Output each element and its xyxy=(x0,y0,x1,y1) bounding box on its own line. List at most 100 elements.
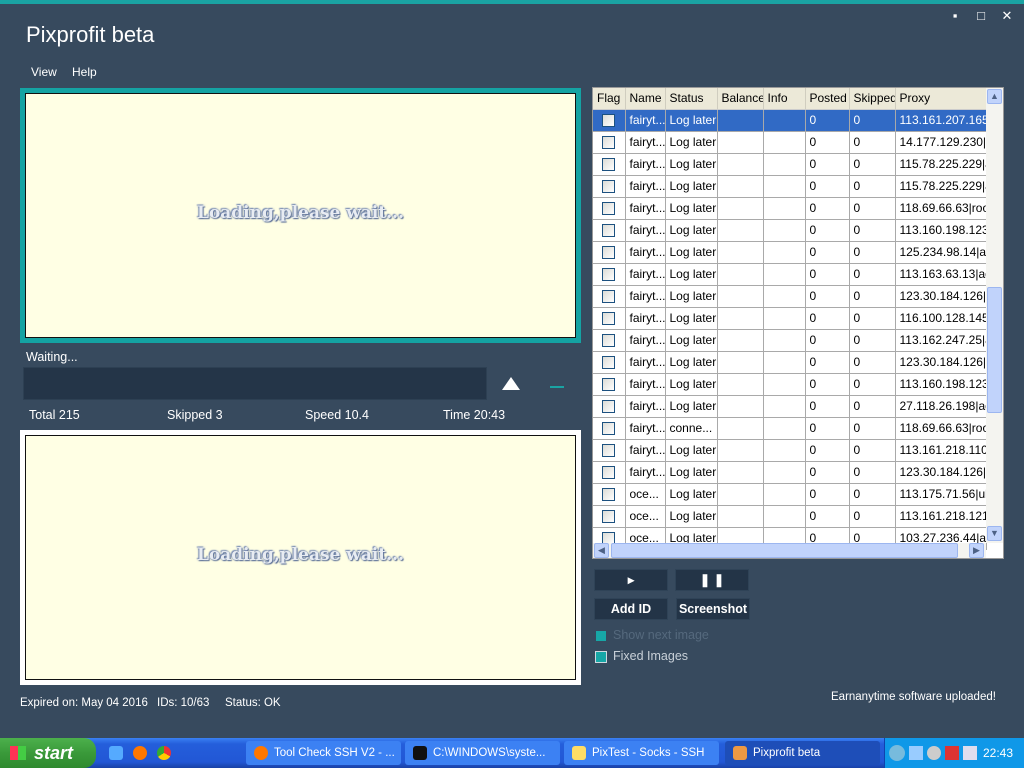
flag-checkbox[interactable] xyxy=(593,417,626,440)
task-pixtest[interactable]: PixTest - Socks - SSH xyxy=(564,741,719,765)
table-row[interactable]: oce... Log later 0 0 113.175.71.56|ub. xyxy=(593,483,987,506)
flag-checkbox[interactable] xyxy=(593,131,626,154)
flag-checkbox[interactable] xyxy=(593,505,626,528)
column-header-posted[interactable]: Posted xyxy=(805,88,850,110)
screenshot-button[interactable]: Screenshot xyxy=(676,598,750,620)
tray-app-icon[interactable] xyxy=(927,746,941,760)
firefox-icon[interactable] xyxy=(133,746,147,760)
menu-help[interactable]: Help xyxy=(72,65,97,79)
scroll-up-icon[interactable]: ▲ xyxy=(987,89,1002,104)
flag-checkbox[interactable] xyxy=(593,241,626,264)
scroll-down-icon[interactable]: ▼ xyxy=(987,526,1002,541)
accounts-grid[interactable]: Flag Name Status Balance Info Posted Skipped Pr… xyxy=(592,87,1004,559)
tray-expand-icon[interactable] xyxy=(889,745,905,761)
checkbox[interactable] xyxy=(602,488,615,502)
table-row[interactable]: fairyt...Log later0014.177.129.230|u. xyxy=(593,131,987,154)
checkbox[interactable] xyxy=(602,114,615,128)
flag-checkbox[interactable] xyxy=(593,373,626,396)
column-header-balance[interactable]: Balance xyxy=(717,88,764,110)
show-next-image-checkbox[interactable]: Show next image xyxy=(595,628,709,642)
column-header-skipped[interactable]: Skipped xyxy=(849,88,896,110)
checkbox[interactable] xyxy=(602,136,615,150)
table-row[interactable]: fairyt... Log later 0 0 113.161.207.165|. xyxy=(593,109,987,132)
flag-checkbox[interactable] xyxy=(593,219,626,242)
table-row[interactable]: fairyt... Log later 0 0 113.163.63.13|ad. xyxy=(593,263,987,286)
table-row[interactable]: fairyt...Log later00123.30.184.126|t.. xyxy=(593,461,987,484)
flag-checkbox[interactable] xyxy=(593,329,626,352)
checkbox[interactable] xyxy=(602,290,615,304)
table-row[interactable]: fairyt... Log later 0 0 113.160.198.123|. xyxy=(593,373,987,396)
upload-icon[interactable] xyxy=(502,377,520,390)
flag-checkbox[interactable] xyxy=(593,483,626,506)
checkbox[interactable] xyxy=(602,356,615,370)
column-header-name[interactable]: Name xyxy=(625,88,666,110)
scroll-right-icon[interactable]: ▶ xyxy=(969,543,984,558)
vertical-scrollbar[interactable]: ▲ ▼ xyxy=(986,88,1003,543)
play-button[interactable]: ▸ xyxy=(594,569,668,591)
flag-checkbox[interactable] xyxy=(593,307,626,330)
task-cmd[interactable]: C:\WINDOWS\syste... xyxy=(405,741,560,765)
checkbox[interactable] xyxy=(602,422,615,436)
tray-e-icon[interactable] xyxy=(963,746,977,760)
column-header-flag[interactable]: Flag xyxy=(593,88,626,110)
checkbox[interactable] xyxy=(602,444,615,458)
table-row[interactable]: fairyt... Log later 0 0 113.162.247.25|a. xyxy=(593,329,987,352)
column-header-info[interactable]: Info xyxy=(763,88,806,110)
table-row[interactable]: fairyt... Log later 0 0 27.118.26.198|ad. xyxy=(593,395,987,418)
maximize-button[interactable]: □ xyxy=(972,8,990,23)
checkbox[interactable] xyxy=(602,466,615,480)
minus-icon[interactable] xyxy=(550,386,564,388)
checkbox[interactable] xyxy=(602,378,615,392)
flag-checkbox[interactable] xyxy=(593,439,626,462)
column-header-status[interactable]: Status xyxy=(665,88,718,110)
checkbox[interactable] xyxy=(602,334,615,348)
checkbox[interactable] xyxy=(602,400,615,414)
fixed-images-checkbox[interactable]: Fixed Images xyxy=(595,649,688,663)
flag-checkbox[interactable] xyxy=(593,285,626,308)
table-row[interactable]: fairyt...conne...00118.69.66.63|root. xyxy=(593,417,987,440)
menu-view[interactable]: View xyxy=(31,65,57,79)
table-row[interactable]: fairyt...Log later00118.69.66.63|root. xyxy=(593,197,987,220)
checkbox[interactable] xyxy=(602,202,615,216)
hscroll-thumb[interactable] xyxy=(611,543,958,558)
task-tool-check-ssh[interactable]: Tool Check SSH V2 - ... xyxy=(246,741,401,765)
checkbox[interactable] xyxy=(602,224,615,238)
table-row[interactable]: fairyt... Log later 0 0 113.161.218.110|. xyxy=(593,439,987,462)
table-row[interactable]: oce... Log later 0 0 113.161.218.121|. xyxy=(593,505,987,528)
scroll-thumb[interactable] xyxy=(987,287,1002,413)
table-row[interactable]: fairyt... Log later 0 0 115.78.225.229|a. xyxy=(593,175,987,198)
horizontal-scrollbar[interactable]: ◀ ▶ xyxy=(593,543,986,558)
signal-icon[interactable] xyxy=(945,746,959,760)
checkbox[interactable] xyxy=(602,312,615,326)
column-header-proxy[interactable]: Proxy xyxy=(895,88,987,110)
table-row[interactable]: fairyt... Log later 0 0 113.160.198.123|. xyxy=(593,219,987,242)
table-row[interactable]: fairyt... Log later 0 0 115.78.225.229|a. xyxy=(593,153,987,176)
close-button[interactable]: ✕ xyxy=(998,8,1016,24)
flag-checkbox[interactable] xyxy=(593,109,626,132)
flag-checkbox[interactable] xyxy=(593,461,626,484)
minimize-button[interactable]: ▪ xyxy=(946,8,964,23)
start-button[interactable]: start xyxy=(0,738,96,768)
table-row[interactable]: fairyt...Log later00123.30.184.126|t.. xyxy=(593,351,987,374)
flag-checkbox[interactable] xyxy=(593,395,626,418)
flag-checkbox[interactable] xyxy=(593,175,626,198)
checkbox[interactable] xyxy=(602,180,615,194)
ie-icon[interactable] xyxy=(109,746,123,760)
pause-button[interactable]: ❚ ❚ xyxy=(675,569,749,591)
chrome-icon[interactable] xyxy=(157,746,171,760)
flag-checkbox[interactable] xyxy=(593,263,626,286)
scroll-left-icon[interactable]: ◀ xyxy=(594,543,609,558)
add-id-button[interactable]: Add ID xyxy=(594,598,668,620)
table-row[interactable]: fairyt...Log later00123.30.184.126|t.. xyxy=(593,285,987,308)
table-row[interactable]: fairyt... Log later 0 0 116.100.128.145|. xyxy=(593,307,987,330)
flag-checkbox[interactable] xyxy=(593,153,626,176)
flag-checkbox[interactable] xyxy=(593,351,626,374)
flag-checkbox[interactable] xyxy=(593,197,626,220)
checkbox[interactable] xyxy=(602,268,615,282)
checkbox[interactable] xyxy=(602,158,615,172)
checkbox[interactable] xyxy=(602,510,615,524)
network-icon[interactable] xyxy=(909,746,923,760)
task-pixprofit[interactable]: Pixprofit beta xyxy=(725,741,880,765)
table-row[interactable]: fairyt...Log later00125.234.98.14|ad. xyxy=(593,241,987,264)
checkbox[interactable] xyxy=(602,246,615,260)
